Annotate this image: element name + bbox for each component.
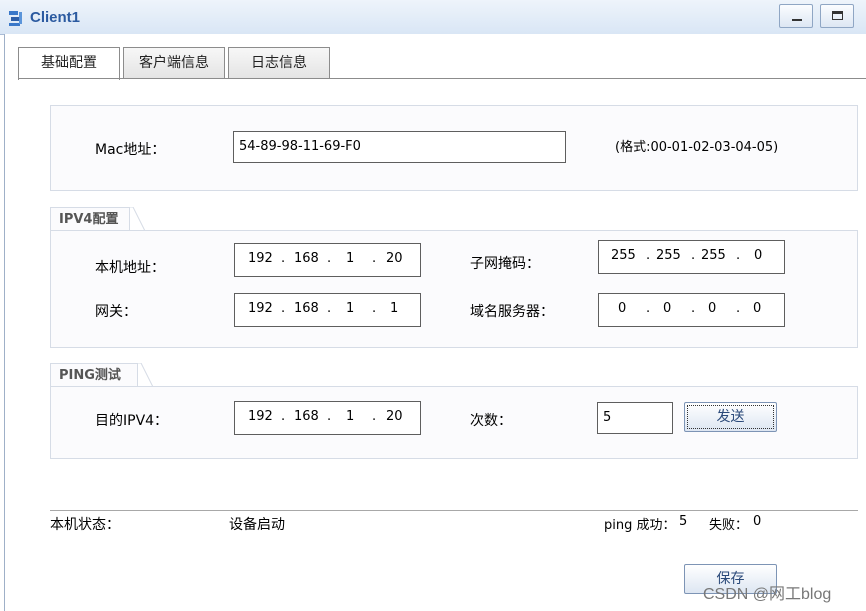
octet: 0 [663,301,672,316]
ping-success-count: 5 [679,514,688,529]
dot: . [327,251,332,266]
send-button[interactable]: 发送 [684,402,777,432]
mac-address-input[interactable]: 54-89-98-11-69-F0 [233,131,566,163]
ping-target-label: 目的IPV4： [95,413,169,429]
ping-count-value: 5 [603,410,612,425]
tab-log-info[interactable]: 日志信息 [228,47,330,78]
dot: . [281,409,286,424]
dns-server-label: 域名服务器： [470,304,554,320]
tab-label: 客户端信息 [139,55,209,71]
dot: . [372,301,377,316]
host-address-label: 本机地址： [95,260,165,276]
app-icon [9,11,22,26]
dot: . [327,409,332,424]
mac-label: Mac地址： [95,142,166,158]
host-address-input[interactable]: 192 . 168 . 1 . 20 [234,243,421,277]
dot: . [372,409,377,424]
tab-label: 日志信息 [251,55,307,71]
dot: . [281,251,286,266]
ipv4-section-title: IPV4配置 [59,212,119,227]
octet: 192 [248,409,273,424]
dot: . [372,251,377,266]
subnet-mask-label: 子网掩码： [470,256,540,272]
octet: 20 [386,409,403,424]
ping-target-input[interactable]: 192 . 168 . 1 . 20 [234,401,421,435]
status-label: 本机状态： [50,517,120,533]
ipv4-tab-corner [129,207,146,232]
ipv4-section-header: IPV4配置 [50,207,130,231]
maximize-icon [832,11,843,20]
maximize-button[interactable] [820,4,854,28]
octet: 1 [346,301,355,316]
tab-label: 基础配置 [41,55,97,71]
octet: 168 [294,251,319,266]
dot: . [327,301,332,316]
ping-section-title: PING测试 [59,368,121,383]
octet: 1 [346,251,355,266]
ping-success-label: ping 成功： [604,518,676,533]
dot: . [646,301,651,316]
octet: 255 [701,248,726,263]
octet: 20 [386,251,403,266]
octet: 0 [618,301,627,316]
ping-count-input[interactable]: 5 [597,402,673,434]
octet: 255 [656,248,681,263]
gateway-input[interactable]: 192 . 168 . 1 . 1 [234,293,421,327]
minimize-button[interactable] [779,4,813,28]
ping-fail-label: 失败： [709,518,749,533]
dot: . [691,301,696,316]
octet: 1 [346,409,355,424]
octet: 168 [294,301,319,316]
octet: 1 [390,301,399,316]
octet: 192 [248,251,273,266]
status-value: 设备启动 [229,517,285,533]
dot: . [691,248,696,263]
minimize-icon [792,19,802,21]
subnet-mask-input[interactable]: 255 . 255 . 255 . 0 [598,240,785,274]
octet: 0 [753,301,762,316]
dns-server-input[interactable]: 0 . 0 . 0 . 0 [598,293,785,327]
octet: 255 [611,248,636,263]
octet: 0 [708,301,717,316]
ping-fail-count: 0 [753,514,762,529]
octet: 168 [294,409,319,424]
dot: . [281,301,286,316]
dot: . [736,301,741,316]
mac-address-value: 54-89-98-11-69-F0 [239,139,361,154]
tab-client-info[interactable]: 客户端信息 [123,47,225,78]
status-divider [50,510,858,511]
gateway-label: 网关： [95,304,137,320]
title-bar[interactable]: Client1 [0,0,866,35]
tab-basic-config[interactable]: 基础配置 [18,47,120,80]
dot: . [646,248,651,263]
octet: 0 [754,248,763,263]
window-title: Client1 [30,9,81,26]
octet: 192 [248,301,273,316]
tab-divider [18,78,866,79]
ping-count-label: 次数： [470,413,512,429]
ping-tab-corner [137,363,154,388]
mac-format-hint: (格式:00-01-02-03-04-05) [615,140,779,155]
dot: . [736,248,741,263]
watermark: CSDN @网工blog [703,586,832,603]
ping-section-header: PING测试 [50,363,138,387]
send-button-label: 发送 [716,409,745,425]
